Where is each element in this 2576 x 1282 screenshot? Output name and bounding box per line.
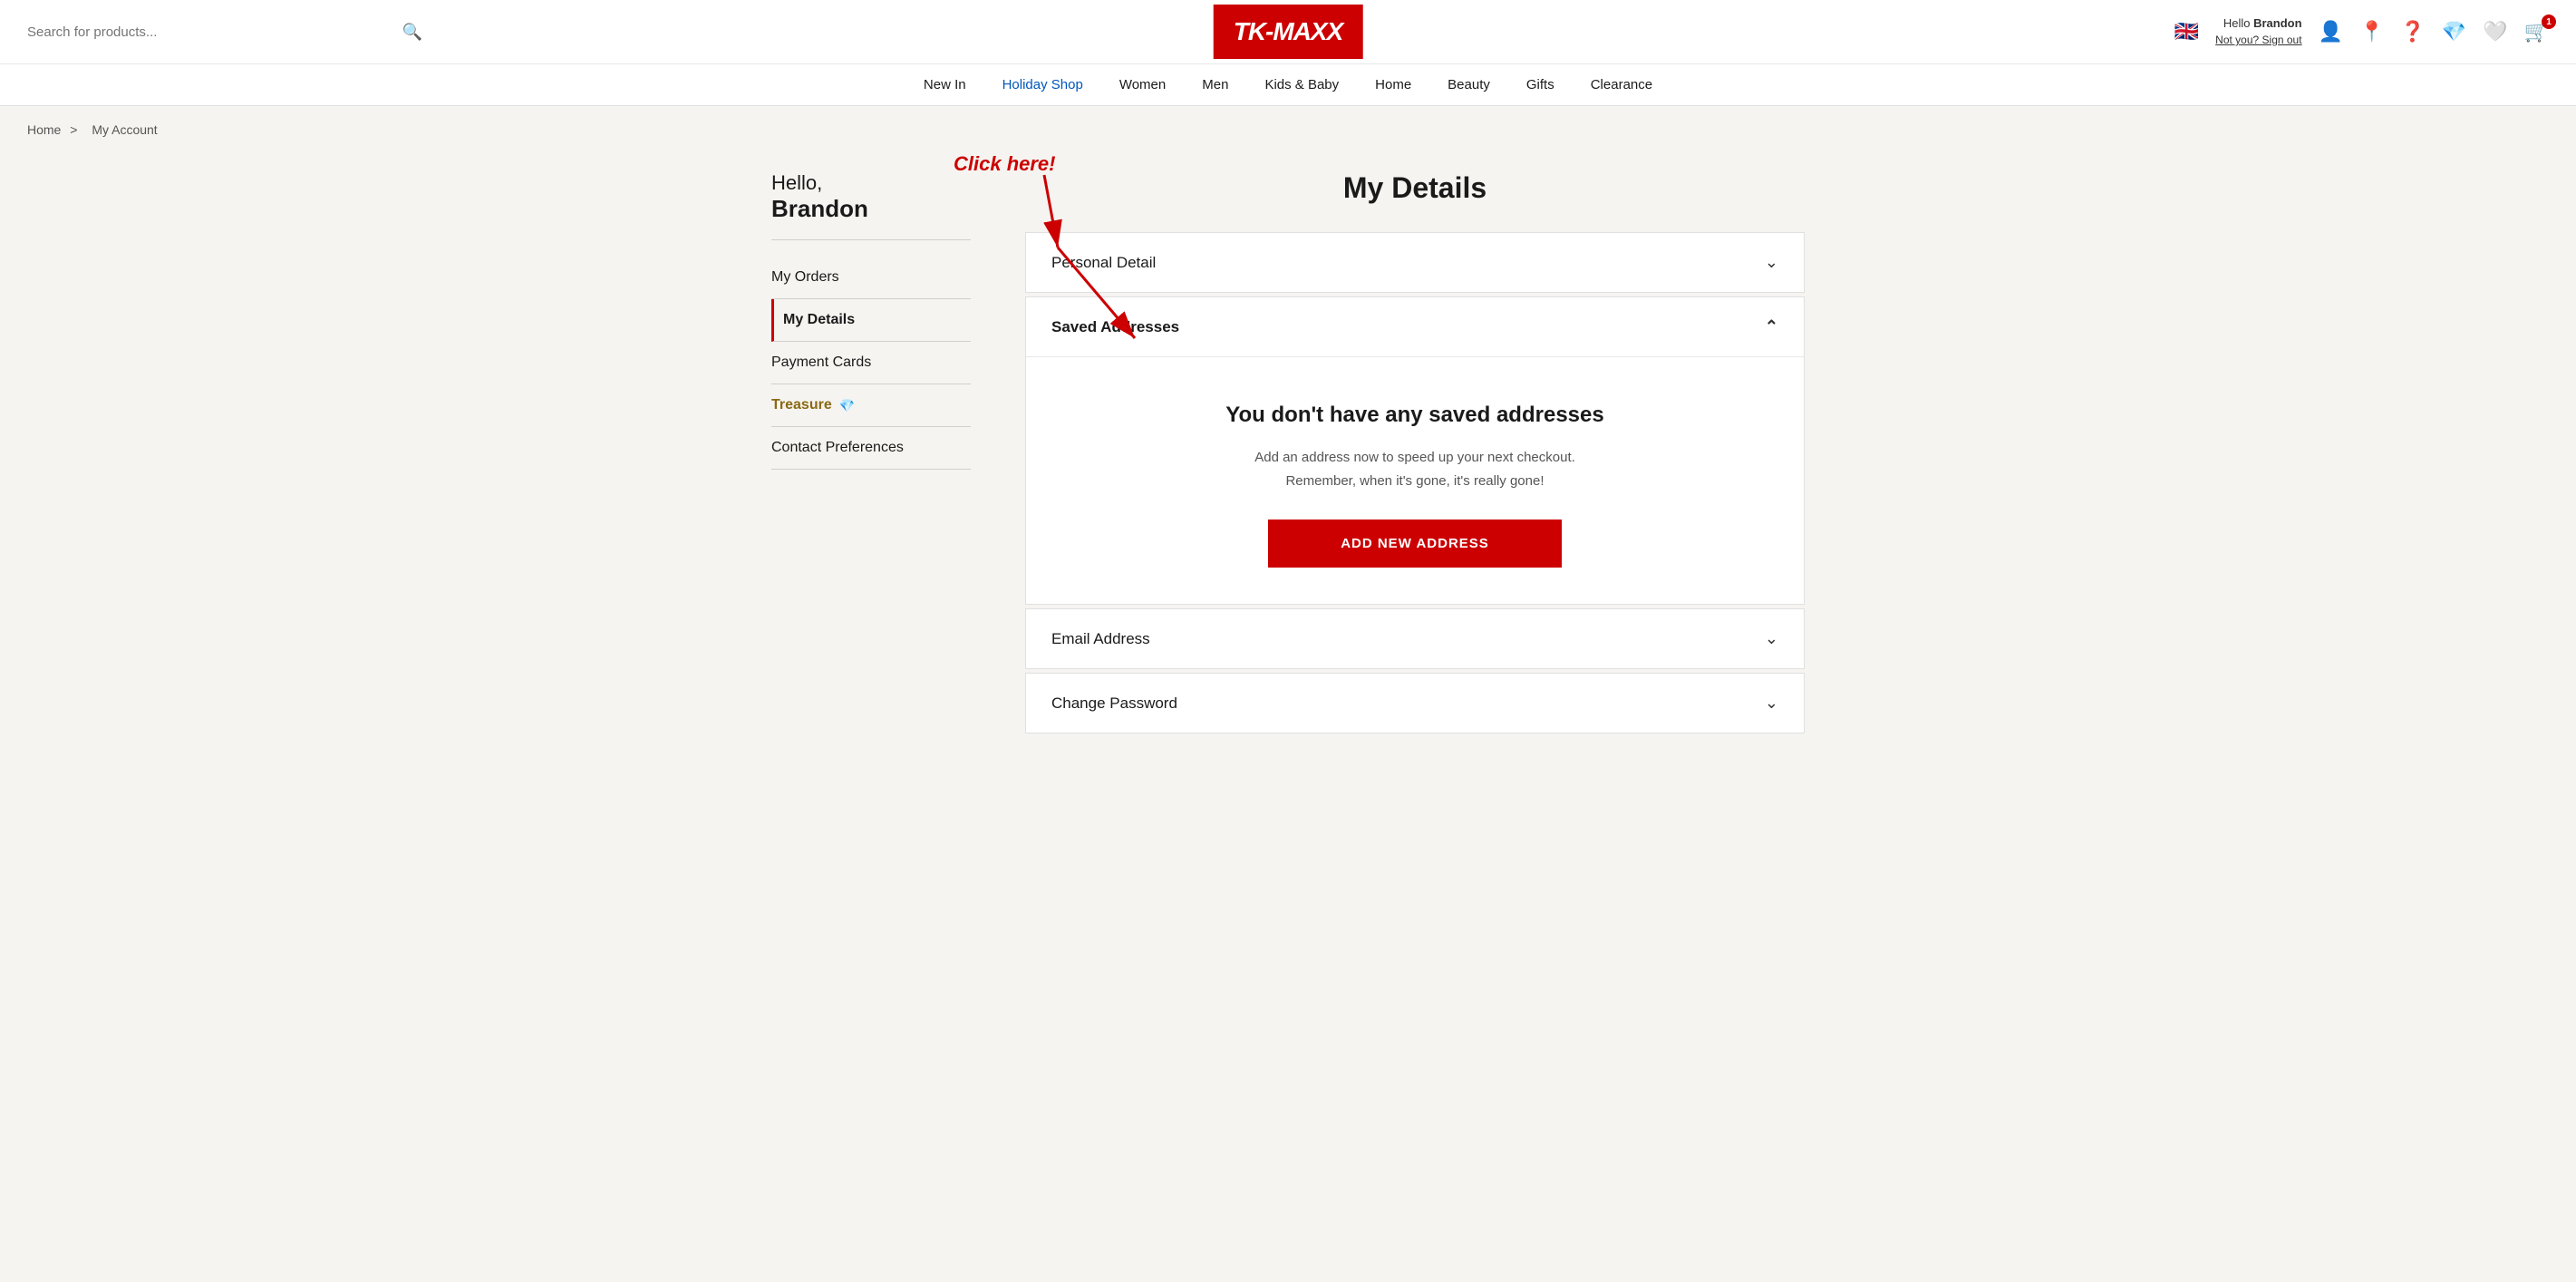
breadcrumb-home[interactable]: Home [27, 122, 61, 137]
chevron-down-personal-detail: ⌄ [1765, 253, 1778, 272]
breadcrumb-separator: > [70, 122, 77, 137]
accordion-email-address: Email Address ⌄ [1025, 608, 1805, 669]
diamond-icon: 💎 [839, 398, 855, 413]
accordion-header-saved-addresses[interactable]: Saved Addresses ⌃ [1026, 297, 1804, 356]
breadcrumb: Home > My Account [0, 106, 2576, 153]
logo-area: TK-MAXX [1214, 5, 1363, 59]
chevron-up-saved-addresses: ⌃ [1765, 317, 1778, 336]
user-greeting: Hello Brandon Not you? Sign out [2215, 15, 2301, 48]
cart-badge: 1 [2542, 15, 2556, 29]
no-address-desc: Add an address now to speed up your next… [1051, 446, 1778, 492]
logo[interactable]: TK-MAXX [1214, 5, 1363, 59]
nav-item-men[interactable]: Men [1202, 77, 1228, 92]
treasure-label: Treasure [771, 397, 832, 413]
change-password-label: Change Password [1051, 694, 1177, 713]
main-content: Hello, Brandon My Orders My Details Paym… [744, 153, 1832, 792]
user-icon[interactable]: 👤 [2319, 20, 2343, 44]
header-right: 🇬🇧 Hello Brandon Not you? Sign out 👤 📍 ❓… [2174, 15, 2549, 48]
nav-item-clearance[interactable]: Clearance [1591, 77, 1652, 92]
search-area: 🔍 [27, 19, 426, 45]
no-address-title: You don't have any saved addresses [1051, 403, 1778, 428]
rewards-icon[interactable]: 💎 [2442, 20, 2466, 44]
sidebar-divider [771, 239, 971, 240]
user-name-header: Brandon [2253, 16, 2301, 30]
accordion-header-change-password[interactable]: Change Password ⌄ [1026, 674, 1804, 733]
wishlist-icon[interactable]: 🤍 [2483, 20, 2507, 44]
my-orders-label: My Orders [771, 269, 839, 286]
accordion-personal-detail: Personal Detail ⌄ [1025, 232, 1805, 293]
personal-detail-label: Personal Detail [1051, 254, 1156, 272]
language-selector[interactable]: 🇬🇧 [2174, 20, 2199, 44]
header-top: 🔍 TK-MAXX 🇬🇧 Hello Brandon Not you? Sign… [0, 0, 2576, 63]
nav-item-women[interactable]: Women [1119, 77, 1166, 92]
search-input[interactable] [27, 24, 399, 40]
greeting-text: Hello, [771, 171, 822, 194]
accordion-header-email-address[interactable]: Email Address ⌄ [1026, 609, 1804, 668]
accordion-saved-addresses: Click here! Saved Addresses ⌃ You don't … [1025, 296, 1805, 605]
sidebar-item-my-details[interactable]: My Details [771, 299, 971, 342]
chevron-down-email-address: ⌄ [1765, 629, 1778, 648]
breadcrumb-current: My Account [92, 122, 157, 137]
hello-text: Hello [2223, 16, 2251, 30]
nav-item-home[interactable]: Home [1375, 77, 1411, 92]
site-header: 🔍 TK-MAXX 🇬🇧 Hello Brandon Not you? Sign… [0, 0, 2576, 106]
nav-item-beauty[interactable]: Beauty [1448, 77, 1490, 92]
cart-icon[interactable]: 🛒 1 [2524, 20, 2549, 44]
search-button[interactable]: 🔍 [399, 19, 426, 45]
nav-item-holiday-shop[interactable]: Holiday Shop [1002, 77, 1083, 92]
accordion-header-personal-detail[interactable]: Personal Detail ⌄ [1026, 233, 1804, 292]
help-icon[interactable]: ❓ [2400, 20, 2425, 44]
sidebar-item-treasure[interactable]: Treasure 💎 [771, 384, 971, 427]
nav-item-gifts[interactable]: Gifts [1526, 77, 1554, 92]
my-details-label: My Details [783, 312, 855, 328]
sidebar-user-name: Brandon [771, 195, 868, 222]
search-icon: 🔍 [402, 23, 422, 41]
sidebar-item-payment-cards[interactable]: Payment Cards [771, 342, 971, 384]
location-icon[interactable]: 📍 [2359, 20, 2384, 44]
sidebar: Hello, Brandon My Orders My Details Paym… [771, 171, 971, 737]
sign-out-link[interactable]: Not you? Sign out [2215, 34, 2301, 46]
sidebar-item-contact-preferences[interactable]: Contact Preferences [771, 427, 971, 470]
payment-cards-label: Payment Cards [771, 354, 871, 371]
chevron-down-change-password: ⌄ [1765, 694, 1778, 713]
add-new-address-button[interactable]: ADD NEW ADDRESS [1268, 520, 1562, 568]
contact-preferences-label: Contact Preferences [771, 440, 904, 456]
nav-item-new-in[interactable]: New In [924, 77, 966, 92]
logo-text: TK-MAXX [1234, 17, 1343, 46]
email-address-label: Email Address [1051, 630, 1150, 648]
saved-addresses-body: You don't have any saved addresses Add a… [1026, 356, 1804, 604]
sidebar-greeting: Hello, Brandon [771, 171, 971, 223]
accordion-change-password: Change Password ⌄ [1025, 673, 1805, 733]
saved-addresses-label: Saved Addresses [1051, 318, 1179, 336]
page-content: My Details Personal Detail ⌄ Click here! [1025, 171, 1805, 737]
main-nav: New In Holiday Shop Women Men Kids & Bab… [0, 63, 2576, 105]
sidebar-item-my-orders[interactable]: My Orders [771, 257, 971, 299]
nav-item-kids-baby[interactable]: Kids & Baby [1264, 77, 1339, 92]
page-title: My Details [1025, 171, 1805, 205]
